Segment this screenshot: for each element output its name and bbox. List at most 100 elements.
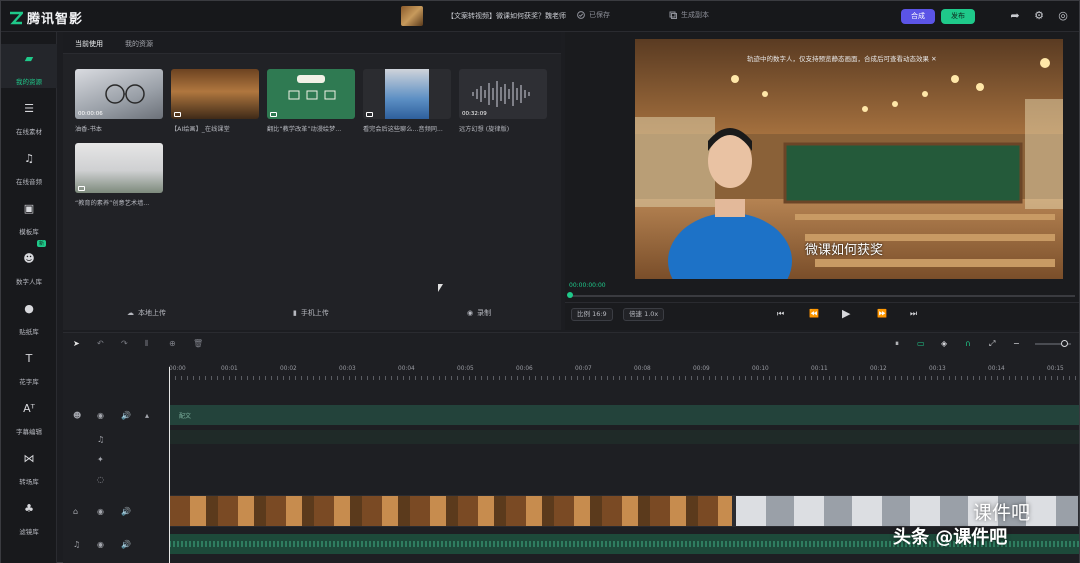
media-clip[interactable]: 翻比“教学改革”动漫绘梦... [267,69,355,133]
snap-icon[interactable]: ▭ [917,339,925,348]
sidebar-item-label: 我的资源 [16,78,42,86]
select-tool-icon[interactable]: ➤ [73,339,80,348]
cloud-upload-icon: ☁ [127,309,134,317]
play-icon[interactable]: ▶ [842,307,850,320]
project-thumbnail [401,6,423,26]
media-clip[interactable]: 看完会后这些聊么...音频同... [363,69,451,133]
sidebar-item-my-resources[interactable]: ▰ 我的资源 [1,44,57,88]
eye-icon[interactable]: ◉ [97,411,104,420]
sidebar-item-fancy-text[interactable]: T 花字库 [1,344,57,388]
sidebar-item-templates[interactable]: ▣ 模板库 [1,194,57,238]
image-type-icon [270,112,277,117]
media-panel: 当前使用 我的资源 00:00:06 油香-书本 【AI绘画】_在线课堂 翻比“… [63,32,561,330]
effect-icon: ✦ [97,455,104,464]
audio-split-icon[interactable]: ◈ [941,339,947,348]
fast-forward-icon[interactable]: ⏩ [877,309,887,318]
volume-icon[interactable]: 🔊 [121,540,131,549]
clip-thumbnail [171,69,259,119]
volume-icon[interactable]: 🔊 [121,411,131,420]
eye-icon[interactable]: ◉ [97,540,104,549]
publish-button[interactable]: 发布 [941,9,975,24]
share-icon[interactable]: ➦ [1009,10,1021,22]
zoom-slider-handle[interactable] [1061,340,1068,347]
tab-my-resources[interactable]: 我的资源 [125,39,153,49]
sidebar-item-online-assets[interactable]: ☰ 在线素材 [1,94,57,138]
undo-icon[interactable]: ↶ [97,339,104,348]
media-clip[interactable]: 00:32:09 远方幻想 (旋律版) [459,69,547,133]
upload-actions: ☁ 本地上传 ▮ 手机上传 ◉ 录制 [63,308,561,324]
playhead[interactable] [169,367,170,563]
current-time: 00:00:00:00 [569,282,606,289]
tick-label: 00:06 [516,366,533,372]
music-track-controls: ♫ [63,431,169,451]
sidebar-item-label: 数字人库 [16,278,42,286]
sidebar-item-digital-human[interactable]: 新 ☻ 数字人库 [1,240,57,288]
sidebar-item-label: 在线素材 [16,128,42,136]
redo-icon[interactable]: ↷ [121,339,128,348]
phone-upload-button[interactable]: ▮ 手机上传 [293,308,329,318]
tab-current-use[interactable]: 当前使用 [75,39,103,49]
sidebar-item-captions[interactable]: Aᵀ 字幕编辑 [1,394,57,438]
app-logo[interactable]: 腾讯智影 [9,8,83,27]
preview-tip[interactable]: 轨迹中的数字人，仅支持预览静态画面，合成后可查看动态效果 ✕ [747,53,937,63]
image-type-icon [78,186,85,191]
time-ruler[interactable]: 00:00 00:01 00:02 00:03 00:04 00:05 00:0… [169,363,1079,385]
subtitle-track[interactable]: 配文 [169,405,1079,425]
image-type-icon [366,112,373,117]
tick-label: 00:07 [575,366,592,372]
tick-label: 00:12 [870,366,887,372]
sidebar-item-filters[interactable]: ♣ 滤镜库 [1,494,57,538]
zoom-icon[interactable]: ⊕ [169,339,176,348]
magnet-icon[interactable]: ∩ [965,339,971,348]
delete-icon[interactable]: 🗑 [193,339,203,348]
music-note-icon: ♫ [73,540,81,549]
compose-button[interactable]: 合成 [901,9,935,24]
subtitle-track-controls: ☻ ◉ 🔊 ▴ [63,407,169,427]
media-clip[interactable]: 【AI绘画】_在线课堂 [171,69,259,133]
collapse-icon[interactable]: ▴ [145,411,149,420]
scrubber-track [569,295,1075,297]
video-preview[interactable]: 轨迹中的数字人，仅支持预览静态画面，合成后可查看动态效果 ✕ 微课如何获奖 [635,39,1063,279]
generate-copy-button[interactable]: 生成副本 [669,10,709,20]
skip-start-icon[interactable]: ⏮ [777,309,784,319]
sticker-icon: ● [24,302,34,315]
zoom-out-icon[interactable]: − [1013,339,1020,348]
sidebar-item-online-audio[interactable]: ♫ 在线音频 [1,144,57,188]
app-name: 腾讯智影 [27,12,84,27]
media-tabs: 当前使用 我的资源 [63,32,561,54]
preview-scrubber[interactable] [565,291,1079,299]
project-title[interactable]: 【文案转视频】微课如何获奖？魏老师 [447,11,566,21]
rewind-icon[interactable]: ⏪ [809,309,819,318]
new-badge: 新 [37,240,47,247]
fit-icon[interactable]: ⤢ [989,339,995,349]
media-clip[interactable]: “教育的素养”创意艺术墙... [75,143,163,207]
volume-icon[interactable]: 🔊 [121,507,131,516]
local-upload-button[interactable]: ☁ 本地上传 [127,308,166,318]
pause-icon[interactable]: ⏸ [895,339,899,349]
sticker-track-controls: ◌ [63,471,169,491]
skip-end-icon[interactable]: ⏭ [910,309,917,319]
tick-label: 00:02 [280,366,297,372]
aspect-ratio-select[interactable]: 比例 16:9 [571,308,613,321]
sidebar-item-stickers[interactable]: ● 贴纸库 [1,294,57,338]
sidebar-item-label: 滤镜库 [19,528,39,536]
split-icon[interactable]: ⫴ [145,339,148,349]
record-button[interactable]: ◉ 录制 [467,308,491,318]
folder-icon: ▰ [24,52,34,65]
sidebar-item-transitions[interactable]: ⋈ 转场库 [1,444,57,488]
eye-icon[interactable]: ◉ [97,507,104,516]
sidebar-item-label: 在线音频 [16,178,42,186]
music-note-icon: ♫ [97,435,105,444]
logo-icon [10,11,23,24]
media-clip[interactable]: 00:00:06 油香-书本 [75,69,163,133]
video-clip-classroom[interactable] [169,495,733,527]
speed-select[interactable]: 倍速 1.0x [623,308,665,321]
scrubber-handle[interactable] [567,292,573,298]
tick-label: 00:10 [752,366,769,372]
app-window: 腾讯智影 【文案转视频】微课如何获奖？魏老师 已保存 生成副本 合成 发布 ➦ … [0,0,1080,563]
caption-icon: Aᵀ [23,402,35,415]
help-icon[interactable]: ◎ [1057,10,1069,22]
tick-label: 00:00 [169,366,186,372]
settings-icon[interactable]: ⚙ [1033,10,1045,22]
music-track-empty[interactable] [169,430,1079,444]
